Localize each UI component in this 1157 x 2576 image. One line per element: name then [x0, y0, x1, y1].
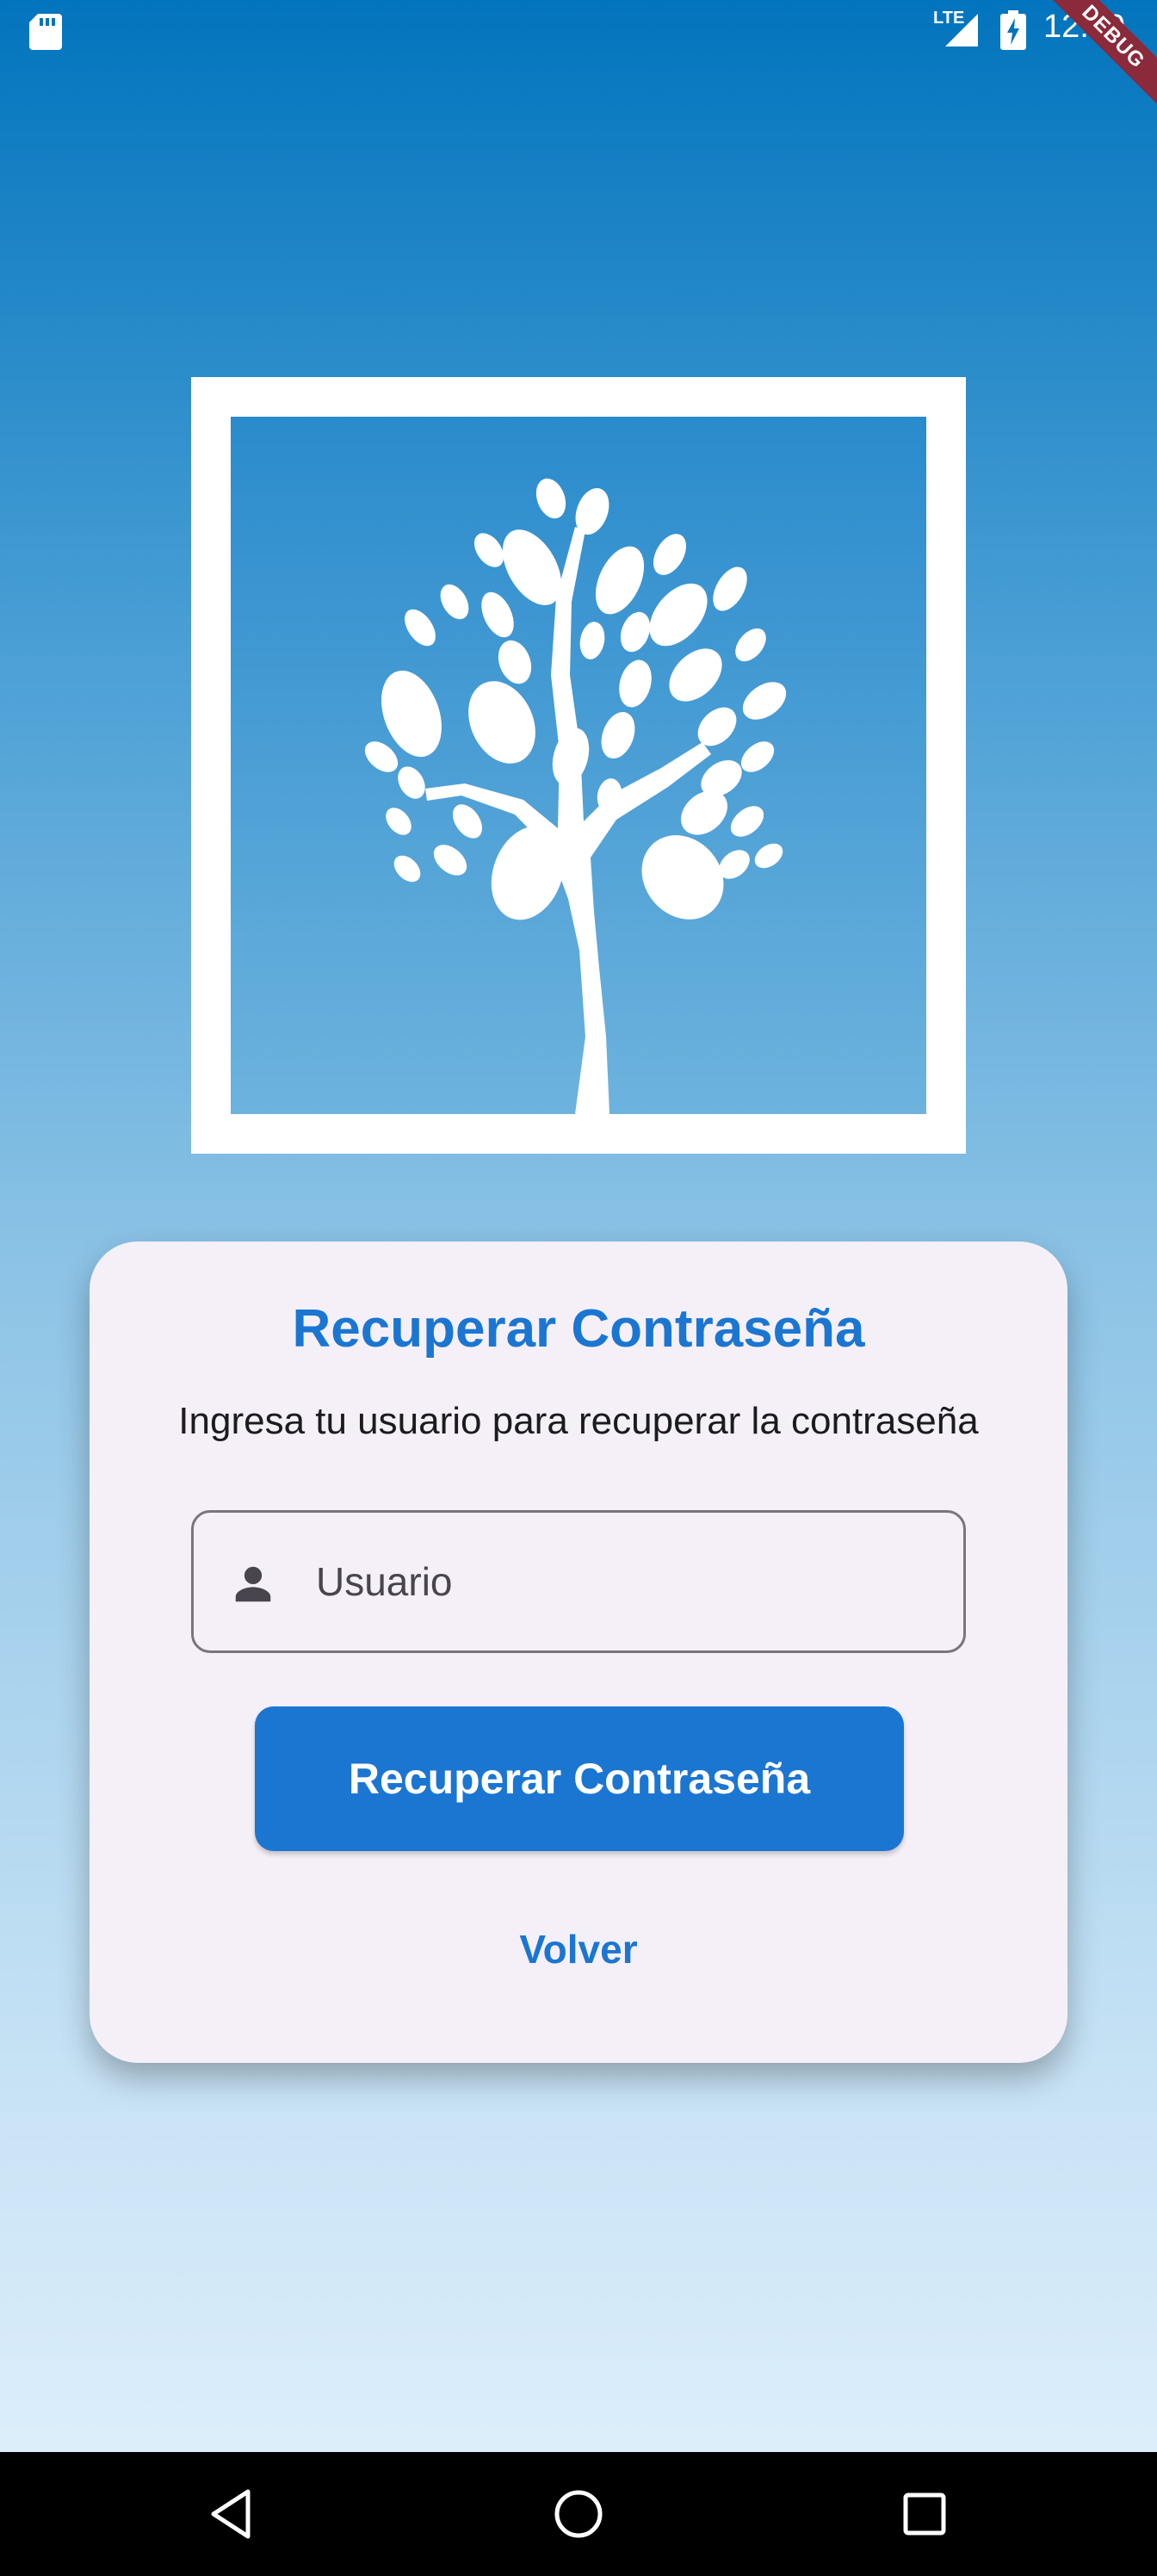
- username-input[interactable]: Usuario: [191, 1510, 966, 1653]
- signal-icon: [945, 14, 978, 46]
- back-link-button[interactable]: Volver: [492, 1915, 665, 1984]
- card-title: Recuperar Contraseña: [292, 1299, 865, 1359]
- recovery-card: Recuperar Contraseña Ingresa tu usuario …: [90, 1242, 1067, 2063]
- recover-password-button[interactable]: Recuperar Contraseña: [255, 1706, 904, 1851]
- navigation-bar: [0, 2452, 1157, 2576]
- battery-charging-icon: [1000, 10, 1026, 50]
- nav-back-icon[interactable]: [201, 2483, 263, 2545]
- tree-logo-icon: [364, 478, 787, 1114]
- card-subtitle: Ingresa tu usuario para recuperar la con…: [178, 1400, 979, 1442]
- nav-recents-icon[interactable]: [894, 2483, 956, 2545]
- person-icon: [235, 1566, 271, 1602]
- password-recovery-screen: LTE 12:29 DEBUG: [0, 0, 1157, 2576]
- username-placeholder: Usuario: [316, 1559, 453, 1604]
- status-bar: LTE 12:29 DEBUG: [0, 0, 1157, 119]
- nav-home-icon[interactable]: [548, 2483, 609, 2545]
- sd-card-icon: [29, 14, 62, 50]
- app-logo: [191, 377, 966, 1154]
